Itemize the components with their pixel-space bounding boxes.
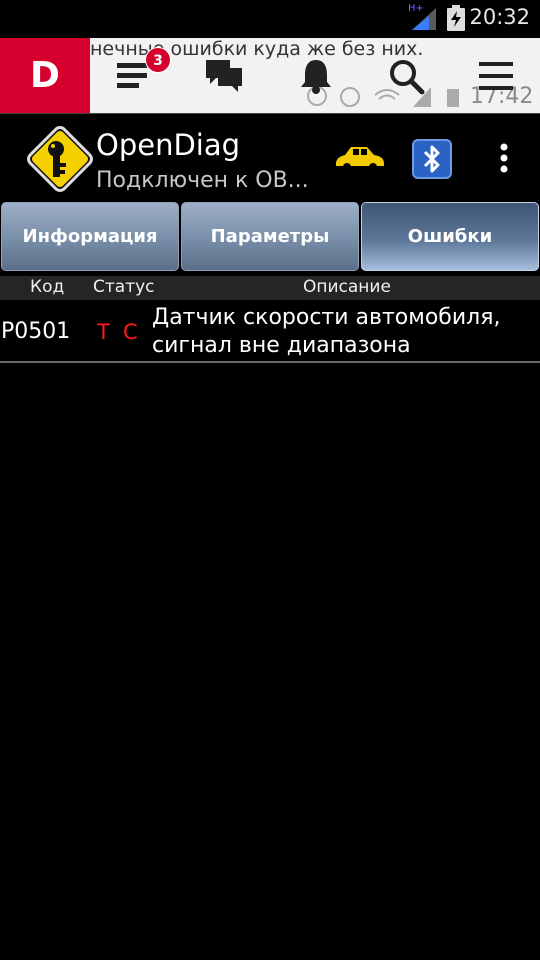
battery-icon xyxy=(447,5,465,31)
menu-icon[interactable] xyxy=(476,56,516,96)
app-title: OpenDiag xyxy=(96,128,241,162)
status-t: T xyxy=(97,320,110,344)
chat-icon[interactable] xyxy=(204,56,244,96)
bell-icon[interactable] xyxy=(296,56,336,96)
row-divider xyxy=(0,361,540,363)
status-bar: H+ 20:32 xyxy=(0,0,540,38)
overflow-menu-icon[interactable] xyxy=(494,142,514,176)
signal-icon xyxy=(412,8,436,30)
table-row[interactable]: P0501 T C Датчик скорости автомобиля, си… xyxy=(0,302,540,360)
tab-parameters[interactable]: Параметры xyxy=(181,202,359,271)
tab-info[interactable]: Информация xyxy=(1,202,179,271)
column-header-description: Описание xyxy=(303,277,391,297)
column-header-code: Код xyxy=(30,277,65,297)
opendiag-logo-icon xyxy=(27,126,93,192)
column-header-status: Статус xyxy=(93,277,155,297)
status-time: 20:32 xyxy=(469,5,530,29)
bluetooth-icon[interactable] xyxy=(412,139,452,179)
car-icon[interactable] xyxy=(333,140,387,174)
status-c: C xyxy=(123,320,138,344)
error-description-line1: Датчик скорости автомобиля, xyxy=(152,305,501,330)
connection-status: Подключен к OB... xyxy=(96,168,309,193)
error-code: P0501 xyxy=(1,319,71,344)
notification-badge: 3 xyxy=(145,47,171,73)
table-header xyxy=(0,276,540,300)
app-logo-d[interactable]: D xyxy=(0,38,90,113)
error-description-line2: сигнал вне диапазона xyxy=(152,333,411,358)
search-icon[interactable] xyxy=(386,56,426,96)
tab-errors[interactable]: Ошибки xyxy=(361,202,539,271)
